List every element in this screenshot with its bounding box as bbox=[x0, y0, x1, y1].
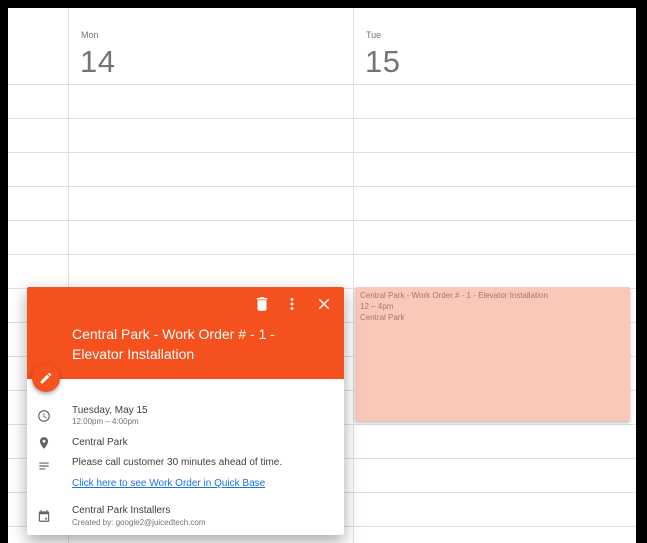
day-header-mon[interactable]: Mon 14 bbox=[68, 8, 353, 84]
grid-divider bbox=[8, 186, 636, 187]
grid-divider bbox=[8, 220, 636, 221]
event-time: 12:00pm – 4:00pm bbox=[72, 417, 139, 426]
day-header-tue[interactable]: Tue 15 bbox=[353, 8, 636, 84]
event-date: Tuesday, May 15 bbox=[72, 405, 148, 416]
pencil-icon bbox=[39, 371, 53, 385]
popup-header: Central Park - Work Order # - 1 - Elevat… bbox=[27, 287, 344, 379]
pointer-arrow-icon bbox=[0, 312, 7, 325]
work-order-link[interactable]: Click here to see Work Order in Quick Ba… bbox=[72, 478, 265, 489]
event-block-time: 12 – 4pm bbox=[360, 302, 394, 311]
clock-icon bbox=[37, 409, 51, 423]
day-of-week: Tue bbox=[366, 30, 382, 40]
popup-event-title: Central Park - Work Order # - 1 - Elevat… bbox=[72, 326, 275, 362]
event-creator: Created by: google2@juicedtech.com bbox=[72, 518, 206, 527]
event-block[interactable]: Central Park - Work Order # - 1 - Elevat… bbox=[355, 287, 630, 421]
location-pin-icon bbox=[37, 436, 51, 450]
grid-divider bbox=[8, 118, 636, 119]
trash-icon[interactable] bbox=[253, 295, 271, 313]
grid-divider bbox=[353, 8, 354, 543]
edit-event-button[interactable] bbox=[32, 364, 60, 392]
day-number[interactable]: 14 bbox=[80, 44, 115, 80]
calendar-week-view: Mon 14 Tue 15 Central Park - Work Order … bbox=[8, 8, 636, 543]
event-block-title: Central Park - Work Order # - 1 - Elevat… bbox=[360, 291, 548, 300]
event-location: Central Park bbox=[72, 437, 128, 448]
calendar-icon bbox=[37, 509, 51, 523]
description-icon bbox=[37, 459, 51, 473]
calendar-name: Central Park Installers bbox=[72, 505, 171, 516]
grid-divider bbox=[8, 84, 636, 85]
close-icon[interactable] bbox=[315, 295, 333, 313]
grid-divider bbox=[8, 152, 636, 153]
event-block-location: Central Park bbox=[360, 313, 405, 322]
day-of-week: Mon bbox=[81, 30, 99, 40]
more-vert-icon[interactable] bbox=[283, 295, 301, 313]
event-description: Please call customer 30 minutes ahead of… bbox=[72, 457, 283, 468]
event-detail-popup: Central Park - Work Order # - 1 - Elevat… bbox=[27, 287, 344, 535]
grid-divider bbox=[8, 254, 636, 255]
day-number[interactable]: 15 bbox=[365, 44, 400, 80]
